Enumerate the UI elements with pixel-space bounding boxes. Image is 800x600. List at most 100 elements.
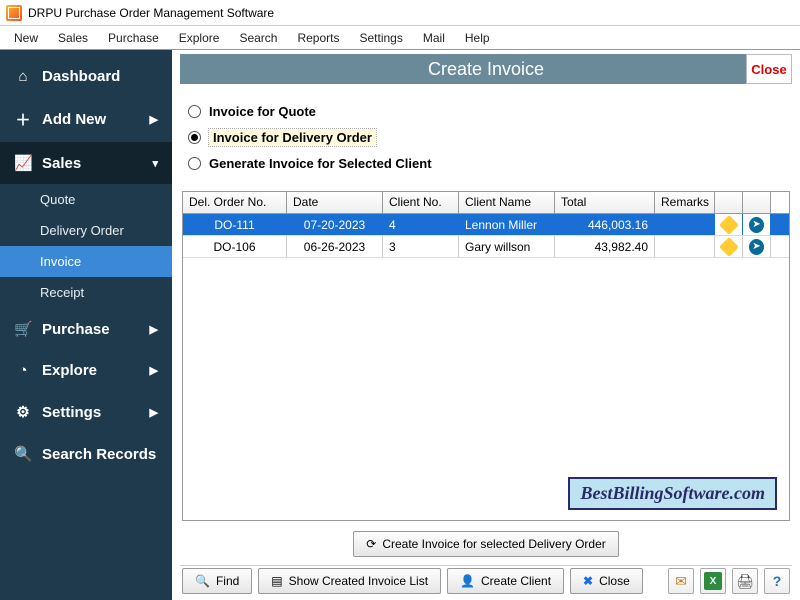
col-client-no[interactable]: Client No.: [383, 192, 459, 213]
cell-remarks: [655, 236, 715, 257]
app-icon: [6, 5, 22, 21]
page-title: Create Invoice: [180, 59, 792, 80]
col-client-name[interactable]: Client Name: [459, 192, 555, 213]
radio-icon: [188, 105, 201, 118]
home-icon: ⌂: [14, 68, 32, 85]
sidebar-sub-invoice[interactable]: Invoice: [0, 246, 172, 277]
cart-icon: 🛒: [14, 320, 32, 338]
radio-invoice-quote[interactable]: Invoice for Quote: [188, 104, 784, 119]
gear-icon: ⚙: [14, 403, 32, 421]
chevron-right-icon: ▶: [150, 364, 158, 377]
pencil-icon: [719, 237, 739, 257]
chevron-right-icon: ▶: [150, 406, 158, 419]
sidebar-item-dashboard[interactable]: ⌂Dashboard: [0, 56, 172, 97]
col-remarks[interactable]: Remarks: [655, 192, 715, 213]
invoice-type-radios: Invoice for Quote Invoice for Delivery O…: [180, 84, 792, 187]
export-excel-button[interactable]: X: [700, 568, 726, 594]
sidebar-sub-delivery[interactable]: Delivery Order: [0, 215, 172, 246]
sidebar-item-addnew[interactable]: ＋Add New▶: [0, 97, 172, 142]
cell-client-name: Lennon Miller: [459, 214, 555, 235]
col-date[interactable]: Date: [287, 192, 383, 213]
chart-icon: 📈: [14, 154, 32, 172]
show-invoice-list-button[interactable]: ▤Show Created Invoice List: [258, 568, 441, 594]
menu-settings[interactable]: Settings: [350, 28, 413, 48]
close-button[interactable]: Close: [746, 54, 792, 84]
cell-order-no: DO-111: [183, 214, 287, 235]
sidebar-sub-quote[interactable]: Quote: [0, 184, 172, 215]
sales-subitems: Quote Delivery Order Invoice Receipt: [0, 184, 172, 308]
cell-total: 43,982.40: [555, 236, 655, 257]
cell-client-no: 3: [383, 236, 459, 257]
create-invoice-bar: ⟳Create Invoice for selected Delivery Or…: [180, 525, 792, 565]
page-header: Create Invoice Close: [180, 54, 792, 84]
col-go: [743, 192, 771, 213]
window-title: DRPU Purchase Order Management Software: [28, 6, 274, 20]
radio-icon: [188, 131, 201, 144]
close-icon: ✖: [583, 574, 593, 588]
radio-icon: [188, 157, 201, 170]
print-button[interactable]: 🖨: [732, 568, 758, 594]
menu-explore[interactable]: Explore: [169, 28, 230, 48]
sidebar-sub-receipt[interactable]: Receipt: [0, 277, 172, 308]
search-icon: 🔍: [195, 574, 210, 588]
help-icon: ?: [773, 573, 782, 589]
menu-purchase[interactable]: Purchase: [98, 28, 169, 48]
mail-icon: ✉: [675, 573, 687, 590]
table-row[interactable]: DO-106 06-26-2023 3 Gary willson 43,982.…: [183, 236, 789, 258]
chevron-right-icon: ▶: [150, 323, 158, 336]
find-button[interactable]: 🔍Find: [182, 568, 252, 594]
radio-invoice-delivery[interactable]: Invoice for Delivery Order: [188, 129, 784, 146]
pie-icon: ◔: [14, 362, 32, 379]
sidebar-item-purchase[interactable]: 🛒Purchase▶: [0, 308, 172, 350]
chevron-down-icon: ▾: [152, 157, 158, 170]
sidebar-item-search[interactable]: 🔍Search Records: [0, 433, 172, 475]
menu-reports[interactable]: Reports: [287, 28, 349, 48]
col-total[interactable]: Total: [555, 192, 655, 213]
col-del-order-no[interactable]: Del. Order No.: [183, 192, 287, 213]
edit-row-button[interactable]: [715, 236, 743, 257]
sidebar-item-sales[interactable]: 📈Sales▾: [0, 142, 172, 184]
help-button[interactable]: ?: [764, 568, 790, 594]
refresh-icon: ⟳: [366, 537, 376, 551]
cell-client-name: Gary willson: [459, 236, 555, 257]
main-panel: Create Invoice Close Invoice for Quote I…: [172, 50, 800, 600]
open-row-button[interactable]: ➤: [743, 236, 771, 257]
mail-button[interactable]: ✉: [668, 568, 694, 594]
menu-bar: New Sales Purchase Explore Search Report…: [0, 26, 800, 50]
sidebar-item-settings[interactable]: ⚙Settings▶: [0, 391, 172, 433]
cell-date: 07-20-2023: [287, 214, 383, 235]
cell-date: 06-26-2023: [287, 236, 383, 257]
bottom-toolbar: 🔍Find ▤Show Created Invoice List 👤Create…: [180, 565, 792, 596]
pencil-icon: [719, 215, 739, 235]
menu-new[interactable]: New: [4, 28, 48, 48]
sidebar-item-explore[interactable]: ◔Explore▶: [0, 350, 172, 391]
radio-invoice-client[interactable]: Generate Invoice for Selected Client: [188, 156, 784, 171]
menu-search[interactable]: Search: [229, 28, 287, 48]
watermark: BestBillingSoftware.com: [568, 477, 777, 510]
create-client-button[interactable]: 👤Create Client: [447, 568, 564, 594]
close-bottom-button[interactable]: ✖Close: [570, 568, 643, 594]
plus-icon: ＋: [14, 109, 32, 130]
delivery-order-grid: Del. Order No. Date Client No. Client Na…: [182, 191, 790, 521]
create-invoice-button[interactable]: ⟳Create Invoice for selected Delivery Or…: [353, 531, 619, 557]
grid-header: Del. Order No. Date Client No. Client Na…: [183, 192, 789, 214]
edit-row-button[interactable]: [715, 214, 743, 235]
chevron-right-icon: ▶: [150, 113, 158, 126]
sidebar: ⌂Dashboard ＋Add New▶ 📈Sales▾ Quote Deliv…: [0, 50, 172, 600]
open-row-button[interactable]: ➤: [743, 214, 771, 235]
cell-client-no: 4: [383, 214, 459, 235]
title-bar: DRPU Purchase Order Management Software: [0, 0, 800, 26]
arrow-right-icon: ➤: [749, 239, 764, 255]
table-row[interactable]: DO-111 07-20-2023 4 Lennon Miller 446,00…: [183, 214, 789, 236]
cell-remarks: [655, 214, 715, 235]
list-icon: ▤: [271, 574, 282, 588]
cell-order-no: DO-106: [183, 236, 287, 257]
user-icon: 👤: [460, 574, 475, 588]
menu-help[interactable]: Help: [455, 28, 500, 48]
search-icon: 🔍: [14, 445, 32, 463]
print-icon: 🖨: [736, 573, 754, 590]
menu-sales[interactable]: Sales: [48, 28, 98, 48]
col-edit: [715, 192, 743, 213]
excel-icon: X: [704, 572, 722, 590]
menu-mail[interactable]: Mail: [413, 28, 455, 48]
